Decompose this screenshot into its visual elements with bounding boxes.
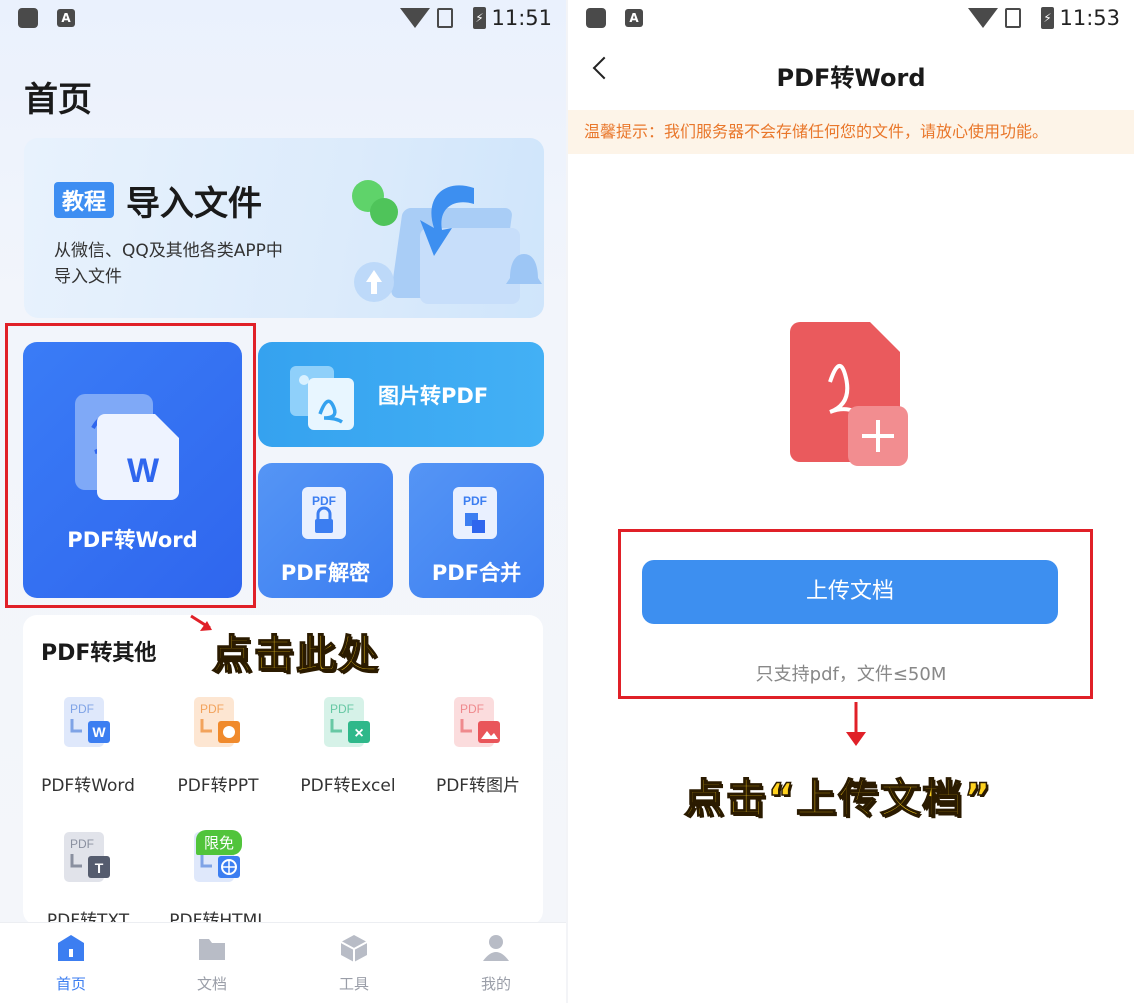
banner-title: 导入文件 <box>126 184 262 224</box>
app-icon: A <box>625 9 643 27</box>
pdf-add-file-icon <box>790 322 908 466</box>
svg-text:W: W <box>92 724 106 740</box>
tutorial-banner[interactable]: 教程 导入文件 从微信、QQ及其他各类APP中导入文件 <box>24 138 544 318</box>
merge-file-icon: PDF <box>453 487 497 539</box>
tool-pdf-to-ppt[interactable]: PDF PDF转PPT <box>153 695 283 796</box>
pdf-to-word-icon: PDF W <box>64 697 110 747</box>
tool-label: PDF转Word <box>41 776 135 796</box>
wifi-icon <box>968 8 998 28</box>
left-screen: A ⚡ 11:51 首页 教程 导入文件 从微信、QQ及其他各类APP中导入文件… <box>0 0 566 1003</box>
tool-label: PDF转Excel <box>300 776 396 796</box>
image-to-pdf-icon <box>290 366 354 430</box>
bottom-nav: 首页 文档 工具 我的 <box>0 922 566 1003</box>
section-title: PDF转其他 <box>41 641 157 666</box>
pdf-to-txt-icon: PDF T <box>64 832 110 882</box>
nav-documents[interactable]: 文档 <box>172 933 252 994</box>
tool-pdf-to-word[interactable]: PDF W PDF转Word <box>23 695 153 796</box>
svg-text:PDF: PDF <box>200 702 224 716</box>
svg-text:PDF: PDF <box>70 702 94 716</box>
highlight-box <box>618 529 1093 699</box>
tool-pdf-to-excel[interactable]: PDF × PDF转Excel <box>283 695 413 796</box>
pdf-to-image-icon: PDF <box>454 697 500 747</box>
tool-pdf-to-txt[interactable]: PDF T PDF转TXT <box>23 830 153 931</box>
right-screen: A ⚡ 11:53 PDF转Word 温馨提示：我们服务器不会存储任何您的文件，… <box>568 0 1134 1003</box>
wifi-icon <box>400 8 430 28</box>
notification-icon <box>586 8 606 28</box>
battery-icon: ⚡ <box>473 7 486 29</box>
pdf-merge-tile[interactable]: PDF PDF合并 <box>409 463 544 598</box>
svg-text:×: × <box>354 725 363 742</box>
nav-profile[interactable]: 我的 <box>456 933 536 994</box>
annotation-click-upload: 点击“上传文档” <box>683 775 993 823</box>
svg-text:PDF: PDF <box>463 494 487 508</box>
notification-icon <box>18 8 38 28</box>
home-icon <box>58 935 84 961</box>
free-badge: 限免 <box>196 830 243 855</box>
clock: 11:53 <box>1059 6 1120 30</box>
pdf-decrypt-tile[interactable]: PDF PDF解密 <box>258 463 393 598</box>
highlight-box <box>5 323 256 608</box>
banner-description: 从微信、QQ及其他各类APP中导入文件 <box>54 241 283 287</box>
status-bar: A ⚡ 11:53 <box>568 0 1134 38</box>
pdf-to-ppt-icon: PDF <box>194 697 240 747</box>
battery-icon: ⚡ <box>1041 7 1054 29</box>
sim-icon <box>437 8 453 28</box>
sim-icon <box>1005 8 1021 28</box>
clock: 11:51 <box>491 6 552 30</box>
nav-home[interactable]: 首页 <box>31 933 111 994</box>
import-file-illustration <box>352 180 542 304</box>
tile-label: PDF解密 <box>280 561 371 585</box>
notice-banner: 温馨提示：我们服务器不会存储任何您的文件，请放心使用功能。 <box>568 110 1134 154</box>
svg-text:PDF: PDF <box>312 494 336 508</box>
toolbox-icon <box>340 935 368 962</box>
page-title: PDF转Word <box>776 64 926 92</box>
pdf-to-excel-icon: PDF × <box>324 697 370 747</box>
tool-label: PDF转图片 <box>435 776 521 796</box>
app-icon: A <box>57 9 75 27</box>
tile-label: PDF合并 <box>431 561 522 585</box>
tool-label: PDF转PPT <box>177 776 259 796</box>
profile-icon <box>483 935 509 961</box>
page-title: 首页 <box>24 80 92 120</box>
svg-text:T: T <box>95 860 104 876</box>
svg-text:PDF: PDF <box>70 837 94 851</box>
status-bar: A ⚡ 11:51 <box>0 0 566 38</box>
svg-text:PDF: PDF <box>330 702 354 716</box>
annotation-click-here: 点击此处 <box>211 631 380 679</box>
lock-file-icon: PDF <box>302 487 346 539</box>
nav-tools[interactable]: 工具 <box>314 933 394 994</box>
svg-text:PDF: PDF <box>460 702 484 716</box>
banner-tag: 教程 <box>54 182 115 218</box>
folder-icon <box>199 939 225 960</box>
red-down-arrow-icon <box>846 702 866 746</box>
tile-label: 图片转PDF <box>378 384 489 408</box>
image-to-pdf-tile[interactable]: 图片转PDF <box>258 342 544 447</box>
tool-pdf-to-image[interactable]: PDF PDF转图片 <box>413 695 543 796</box>
